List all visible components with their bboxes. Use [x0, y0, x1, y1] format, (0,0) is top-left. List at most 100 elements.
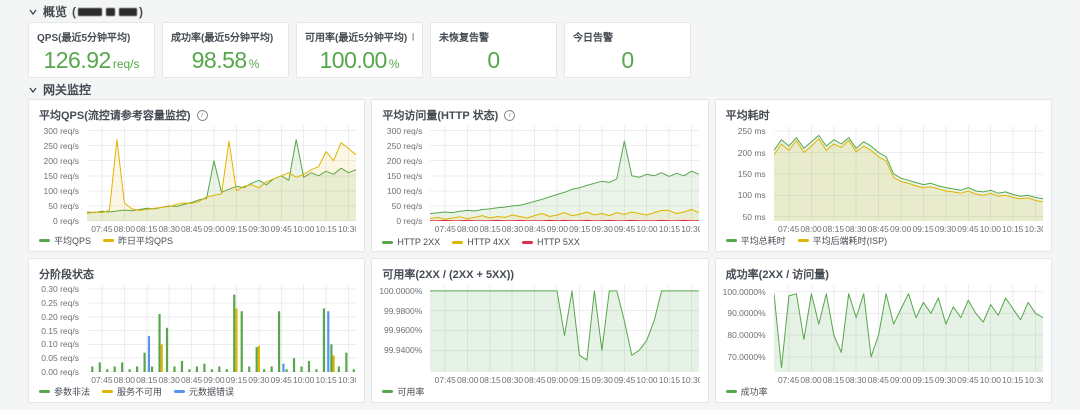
x-tick-label: 10:30 [681, 224, 699, 234]
panel-title[interactable]: 分阶段状态 [39, 266, 94, 282]
legend-item[interactable]: 平均QPS [39, 234, 91, 247]
x-tick-label: 10:15 [659, 224, 680, 234]
y-tick-label: 0 req/s [53, 216, 79, 226]
chart-legend: 参数非法 服务不可用元数据错误 [39, 385, 234, 398]
legend-swatch-icon [382, 241, 393, 244]
stat-value: 126.92req/s [37, 47, 146, 74]
stat-card-open-alerts: 未恢复告警 0 [430, 22, 557, 78]
legend-item[interactable]: 参数非法 [39, 385, 90, 398]
info-icon[interactable]: i [504, 110, 515, 121]
stat-row: QPS(最近5分钟平均) 126.92req/s 成功率(最近5分钟平均) 98… [28, 22, 1080, 78]
stat-card-today-alerts: 今日告警 0 [564, 22, 691, 78]
x-tick-label: 10:30 [1025, 375, 1043, 385]
y-tick-label: 150 ms [738, 169, 766, 179]
x-tick-label: 08:30 [502, 224, 523, 234]
legend-swatch-icon [174, 390, 185, 393]
y-axis: 300 req/s250 req/s200 req/s150 req/s100 … [37, 126, 83, 221]
panel-title[interactable]: 可用率(2XX / (2XX + 5XX)) [382, 266, 514, 282]
stat-card-success-rate: 成功率(最近5分钟平均) 98.58% [162, 22, 289, 78]
chart-plot-area[interactable] [430, 285, 699, 372]
x-tick-label: 08:15 [823, 224, 844, 234]
section-title-overview: 概览 [43, 3, 67, 20]
chart-plot-area[interactable] [774, 126, 1043, 221]
x-tick-label: 10:00 [980, 375, 1001, 385]
y-tick-label: 200 req/s [44, 156, 79, 166]
x-tick-label: 08:00 [800, 224, 821, 234]
x-tick-label: 09:45 [957, 375, 978, 385]
legend-swatch-icon [726, 239, 737, 242]
chart-plot-area[interactable] [87, 285, 356, 372]
x-tick-label: 08:15 [823, 375, 844, 385]
info-icon[interactable]: i [197, 110, 208, 121]
x-axis: 07:4508:0008:1508:3008:4509:0009:1509:30… [774, 221, 1043, 235]
x-tick-label: 10:30 [1025, 224, 1043, 234]
section-header-overview[interactable]: 概览 () [28, 5, 1080, 18]
x-tick-label: 09:45 [271, 224, 292, 234]
chart-plot-area[interactable] [430, 126, 699, 221]
x-tick-label: 08:45 [181, 375, 202, 385]
legend-label: 服务不可用 [117, 385, 162, 398]
x-tick-label: 09:45 [614, 224, 635, 234]
legend-item[interactable]: HTTP 2XX [382, 237, 440, 247]
legend-item[interactable]: 平均总耗时 [726, 234, 786, 247]
y-tick-label: 0.30 req/s [41, 284, 79, 294]
section-title-gateway: 网关监控 [43, 81, 91, 98]
x-tick-label: 08:15 [479, 375, 500, 385]
y-tick-label: 250 req/s [387, 141, 422, 151]
x-tick-label: 08:30 [502, 375, 523, 385]
panel-title[interactable]: 平均QPS(流控请参考容量监控)i [39, 107, 208, 123]
y-tick-label: 300 req/s [44, 126, 79, 136]
legend-label: 平均QPS [54, 234, 91, 247]
x-tick-label: 07:45 [91, 375, 112, 385]
y-tick-label: 0.00 req/s [41, 367, 79, 377]
x-axis: 07:4508:0008:1508:3008:4509:0009:1509:30… [774, 372, 1043, 386]
stat-value: 0 [573, 47, 682, 74]
x-tick-label: 07:45 [435, 224, 456, 234]
stat-title: QPS(最近5分钟平均) [37, 29, 146, 44]
x-tick-label: 09:30 [935, 375, 956, 385]
y-tick-label: 100 req/s [44, 186, 79, 196]
x-tick-label: 07:45 [778, 375, 799, 385]
y-axis: 100.0000%90.0000%80.0000%70.0000% [724, 285, 770, 372]
chart-plot-area[interactable] [774, 285, 1043, 372]
chart-plot-area[interactable] [87, 126, 356, 221]
x-axis: 07:4508:0008:1508:3008:4509:0009:1509:30… [430, 221, 699, 235]
x-tick-label: 10:30 [681, 375, 699, 385]
x-tick-label: 09:15 [569, 375, 590, 385]
panel-avg-latency: 平均耗时 250 ms200 ms150 ms100 ms50 ms07:450… [715, 99, 1052, 252]
stat-title: 未恢复告警 [439, 29, 548, 44]
legend-label: 平均总耗时 [741, 234, 786, 247]
legend-label: HTTP 4XX [467, 237, 510, 247]
legend-item[interactable]: 昨日平均QPS [103, 234, 173, 247]
y-tick-label: 80.0000% [727, 330, 765, 340]
x-tick-label: 09:00 [890, 224, 911, 234]
legend-item[interactable]: 可用率 [382, 385, 424, 398]
x-tick-label: 07:45 [435, 375, 456, 385]
panel-title[interactable]: 平均访问量(HTTP 状态)i [382, 107, 515, 123]
y-tick-label: 70.0000% [727, 352, 765, 362]
section-header-gateway[interactable]: 网关监控 [28, 83, 1080, 96]
panel-title[interactable]: 成功率(2XX / 访问量) [726, 266, 829, 282]
legend-item[interactable]: 成功率 [726, 385, 768, 398]
legend-label: 可用率 [397, 385, 424, 398]
stat-card-qps: QPS(最近5分钟平均) 126.92req/s [28, 22, 155, 78]
legend-swatch-icon [522, 241, 533, 244]
x-tick-label: 10:15 [1002, 224, 1023, 234]
external-link-icon[interactable] [411, 32, 414, 42]
legend-item[interactable]: 元数据错误 [174, 385, 234, 398]
chart-legend: 平均总耗时平均后端耗时(ISP) [726, 234, 888, 247]
legend-item[interactable]: 平均后端耗时(ISP) [798, 234, 888, 247]
y-axis: 300 req/s250 req/s200 req/s150 req/s100 … [380, 126, 426, 221]
x-tick-label: 08:15 [136, 224, 157, 234]
legend-item[interactable]: HTTP 4XX [452, 237, 510, 247]
panel-avg-traffic-http-status: 平均访问量(HTTP 状态)i 300 req/s250 req/s200 re… [371, 99, 708, 252]
x-tick-label: 09:45 [614, 375, 635, 385]
panel-title[interactable]: 平均耗时 [726, 107, 770, 123]
legend-item[interactable]: HTTP 5XX [522, 237, 580, 247]
legend-swatch-icon [39, 390, 50, 393]
x-tick-label: 10:15 [315, 375, 336, 385]
legend-item[interactable]: 服务不可用 [102, 385, 162, 398]
x-tick-label: 10:30 [338, 375, 356, 385]
x-tick-label: 09:30 [935, 224, 956, 234]
x-tick-label: 08:15 [479, 224, 500, 234]
